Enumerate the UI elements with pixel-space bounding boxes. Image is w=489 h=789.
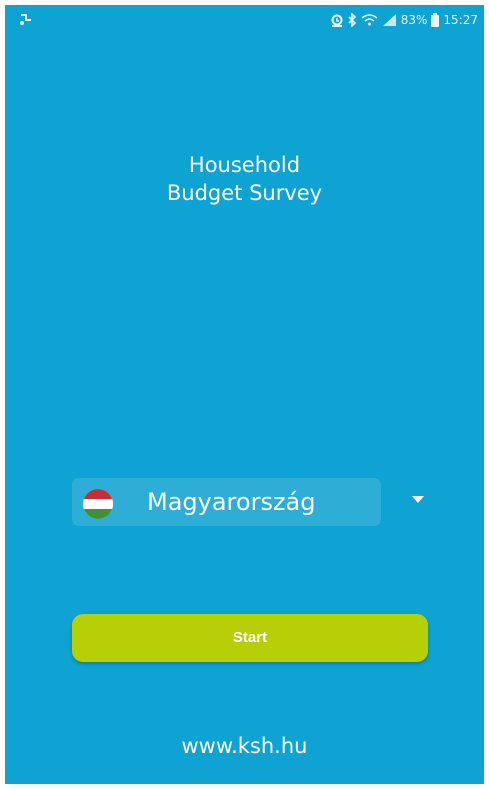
country-selector[interactable]: Magyarország (72, 478, 381, 526)
signal-icon (382, 14, 396, 26)
hungary-flag-icon (83, 489, 113, 519)
status-time: 15:27 (443, 13, 478, 27)
website-footer: www.ksh.hu (181, 734, 308, 758)
flag-white-stripe (83, 499, 113, 509)
app-title-line-2: Budget Survey (166, 181, 323, 205)
flag-red-stripe (83, 489, 113, 499)
app-screen: 83% 15:27 Household Budget Survey Magyar… (5, 5, 484, 784)
dropdown-arrow-icon[interactable] (412, 496, 424, 504)
app-title-line-1: Household (188, 153, 301, 177)
notification-icon (20, 14, 31, 25)
app-title: Household Budget Survey (5, 151, 484, 207)
battery-percentage: 83% (400, 13, 428, 27)
selected-country-label: Magyarország (147, 488, 316, 516)
start-button[interactable]: Start (72, 614, 428, 662)
battery-icon (431, 13, 440, 27)
flag-green-stripe (83, 509, 113, 519)
status-bar: 83% 15:27 (5, 5, 484, 35)
status-right: 83% 15:27 (331, 12, 478, 28)
alarm-icon (331, 14, 343, 27)
bluetooth-icon (348, 13, 356, 27)
wifi-icon (361, 14, 378, 26)
